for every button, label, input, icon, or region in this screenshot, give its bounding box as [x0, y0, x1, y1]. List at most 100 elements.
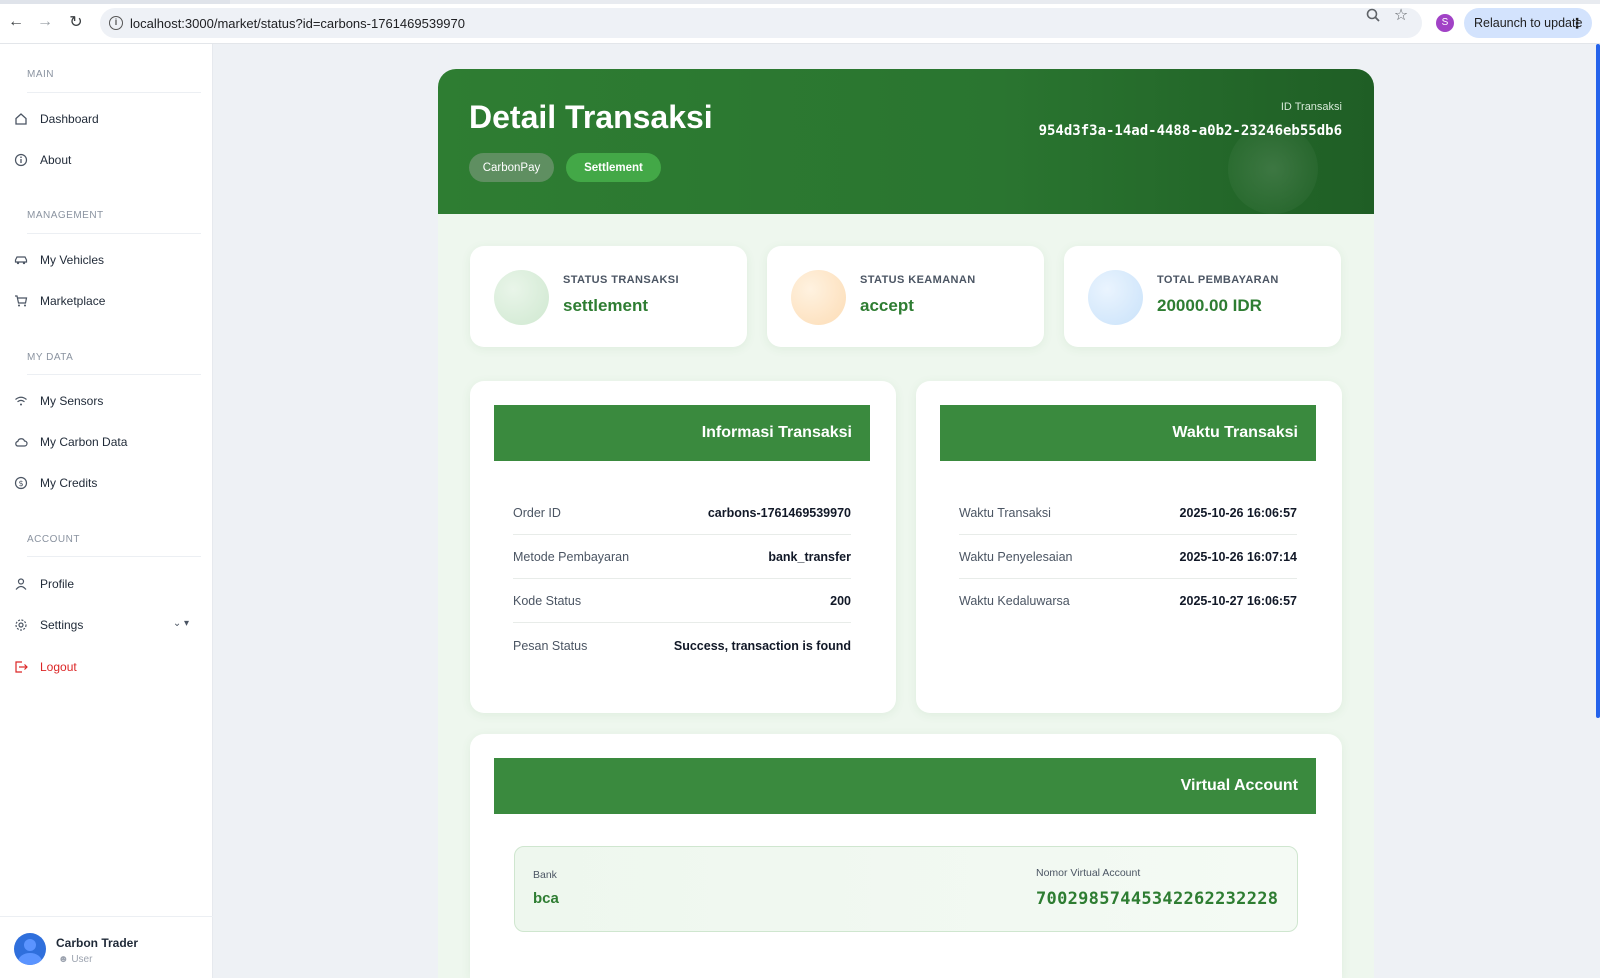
row-key: Waktu Transaksi — [959, 505, 1051, 520]
sidebar-item-dashboard[interactable]: Dashboard — [14, 104, 199, 134]
sidebar-label-carbon-data: My Carbon Data — [40, 435, 128, 449]
profile-avatar-icon[interactable]: S — [1436, 14, 1454, 32]
row-value: 200 — [830, 593, 851, 608]
sidebar-label-sensors: My Sensors — [40, 394, 104, 408]
back-icon[interactable]: ← — [4, 10, 28, 34]
sidebar-item-marketplace[interactable]: Marketplace — [14, 286, 199, 316]
avatar — [14, 933, 46, 965]
section-management: MANAGEMENT — [27, 210, 104, 221]
svg-text:$: $ — [18, 479, 23, 488]
sidebar-label-profile: Profile — [40, 577, 75, 591]
page-scrollbar[interactable] — [1596, 44, 1600, 718]
info-row: Order ID carbons-1761469539970 — [513, 491, 851, 535]
stat-value: 20000.00 IDR — [1157, 296, 1262, 315]
browser-toolbar: ← → ↻ i localhost:3000/market/status?id=… — [0, 0, 1600, 44]
home-icon — [14, 112, 28, 126]
cart-icon — [14, 294, 28, 308]
stat-label: STATUS TRANSAKSI — [563, 274, 679, 286]
sidebar-item-vehicles[interactable]: My Vehicles — [14, 245, 199, 275]
site-info-icon[interactable]: i — [109, 16, 123, 30]
address-bar[interactable]: i localhost:3000/market/status?id=carbon… — [100, 8, 1422, 38]
sidebar-label-credits: My Credits — [40, 476, 98, 490]
stat-card-transaction-status: STATUS TRANSAKSI settlement — [470, 246, 747, 347]
sidebar-label-marketplace: Marketplace — [40, 294, 106, 308]
status-badge: Settlement — [566, 153, 661, 182]
user-icon — [14, 577, 28, 591]
stat-icon — [791, 270, 846, 325]
transaction-detail-card: Detail Transaksi CarbonPay Settlement ID… — [438, 69, 1374, 978]
active-tab-edge — [230, 0, 1600, 4]
forward-icon[interactable]: → — [33, 10, 57, 34]
sidebar-item-sensors[interactable]: My Sensors — [14, 386, 199, 416]
card-title: Virtual Account — [494, 758, 1316, 814]
time-row: Waktu Kedaluwarsa 2025-10-27 16:06:57 — [959, 579, 1297, 623]
card-title: Waktu Transaksi — [940, 405, 1316, 461]
sidebar-label-logout: Logout — [40, 660, 77, 674]
wifi-icon — [14, 394, 28, 408]
section-main: MAIN — [27, 69, 54, 80]
row-value: carbons-1761469539970 — [707, 505, 851, 520]
transaction-time-card: Waktu Transaksi Waktu Transaksi 2025-10-2… — [916, 381, 1342, 713]
stat-value: settlement — [563, 296, 649, 315]
sidebar-item-about[interactable]: About — [14, 145, 199, 175]
tab-strip — [0, 0, 1600, 4]
sidebar-item-logout[interactable]: Logout — [14, 652, 199, 682]
relaunch-label: Relaunch to update — [1474, 16, 1583, 30]
row-value: bank_transfer — [768, 549, 851, 564]
row-key: Waktu Penyelesaian — [959, 549, 1073, 564]
zoom-icon[interactable] — [1364, 6, 1382, 24]
user-small-icon: ☻ — [58, 954, 72, 965]
transaction-id-label: ID Transaksi — [1280, 101, 1342, 113]
page-title: Detail Transaksi — [469, 99, 713, 135]
divider — [27, 233, 201, 234]
provider-badge: CarbonPay — [469, 153, 554, 182]
divider — [27, 374, 201, 375]
reload-icon[interactable]: ↻ — [64, 10, 88, 34]
sidebar-item-carbon-data[interactable]: My Carbon Data — [14, 427, 199, 457]
row-key: Order ID — [513, 505, 561, 520]
stat-card-total-payment: TOTAL PEMBAYARAN 20000.00 IDR — [1064, 246, 1341, 347]
stat-icon — [494, 270, 549, 325]
url-text: localhost:3000/market/status?id=carbons-… — [130, 15, 465, 31]
virtual-account-box: Bank bca Nomor Virtual Account 700298574… — [514, 846, 1298, 932]
sidebar-item-settings[interactable]: Settings ⌄ ▾ — [14, 610, 199, 640]
relaunch-button[interactable]: Relaunch to update ⋮ — [1464, 8, 1592, 38]
va-number-value[interactable]: 70029857445342262232228 — [1036, 889, 1278, 909]
row-value: Success, transaction is found — [673, 639, 851, 653]
row-key: Pesan Status — [513, 639, 588, 653]
kebab-menu-icon[interactable]: ⋮ — [1570, 15, 1584, 32]
sidebar-item-profile[interactable]: Profile — [14, 569, 199, 599]
user-profile-box[interactable]: Carbon Trader ☻ User — [0, 916, 213, 978]
divider — [27, 556, 201, 557]
sidebar-label-settings: Settings — [40, 618, 84, 632]
section-my-data: MY DATA — [27, 352, 74, 363]
card-title: Informasi Transaksi — [494, 405, 870, 461]
sidebar-label-vehicles: My Vehicles — [40, 253, 105, 267]
bank-label: Bank — [533, 869, 557, 881]
sidebar-item-credits[interactable]: $ My Credits — [14, 468, 199, 498]
info-row: Kode Status 200 — [513, 579, 851, 623]
dollar-circle-icon: $ — [14, 476, 28, 490]
row-value: 2025-10-26 16:06:57 — [1179, 505, 1297, 520]
stat-label: TOTAL PEMBAYARAN — [1157, 274, 1279, 286]
bookmark-star-icon[interactable]: ☆ — [1392, 6, 1410, 24]
time-row: Waktu Penyelesaian 2025-10-26 16:07:14 — [959, 535, 1297, 579]
sidebar: MAIN Dashboard About MANAGEMENT My Vehic… — [0, 44, 213, 978]
gear-icon — [14, 618, 28, 632]
time-row: Waktu Transaksi 2025-10-26 16:06:57 — [959, 491, 1297, 535]
sidebar-label-dashboard: Dashboard — [40, 112, 99, 126]
user-role: ☻ User — [58, 954, 92, 965]
row-value: 2025-10-27 16:06:57 — [1179, 594, 1297, 608]
info-row: Pesan Status Success, transaction is foun… — [513, 624, 851, 668]
user-name: Carbon Trader — [56, 936, 139, 950]
sidebar-label-about: About — [40, 153, 72, 167]
transaction-id-value: 954d3f3a-14ad-4488-a0b2-23246eb55db6 — [1038, 123, 1342, 139]
divider — [27, 92, 201, 93]
stat-value: accept — [860, 296, 914, 315]
bank-value: bca — [533, 890, 559, 907]
section-account: ACCOUNT — [27, 534, 80, 545]
row-key: Waktu Kedaluwarsa — [959, 594, 1070, 608]
stat-card-security-status: STATUS KEAMANAN accept — [767, 246, 1044, 347]
chevron-down-icon[interactable]: ⌄ ▾ — [173, 618, 189, 629]
stat-label: STATUS KEAMANAN — [860, 274, 976, 286]
